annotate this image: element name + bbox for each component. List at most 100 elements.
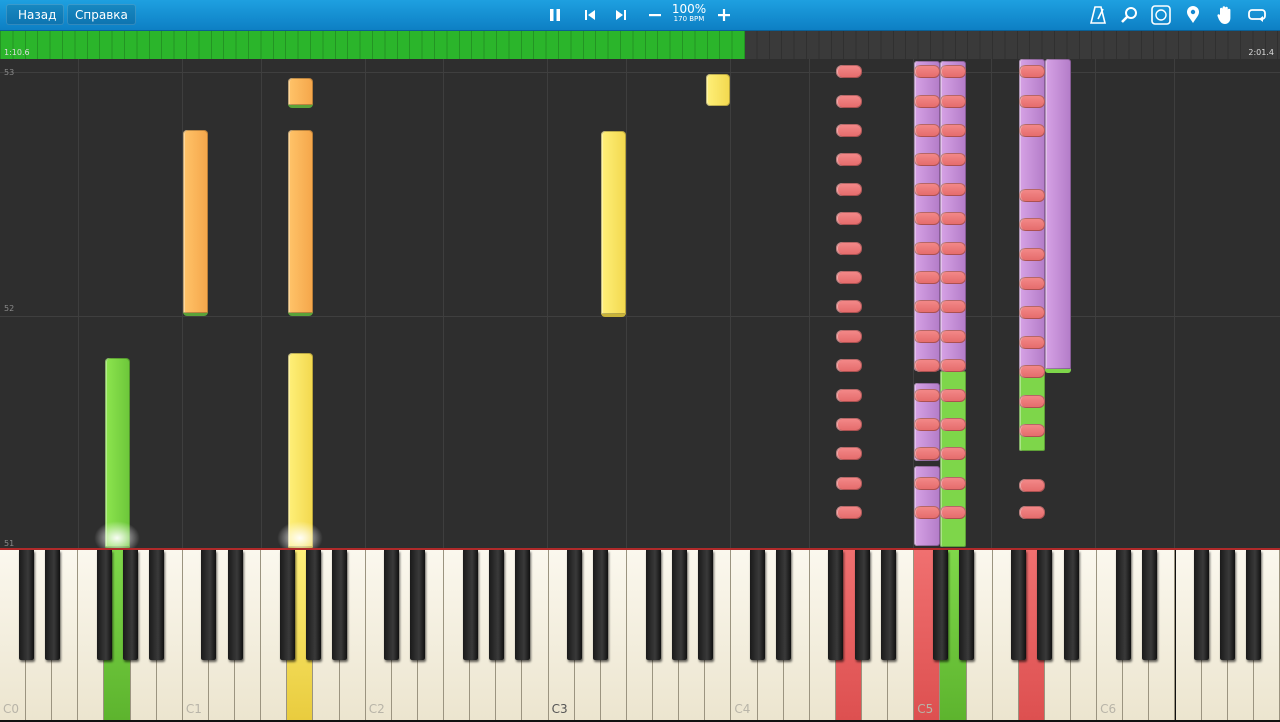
black-key[interactable] xyxy=(1194,550,1210,660)
falling-note xyxy=(914,330,940,343)
roll-guide xyxy=(1174,59,1175,548)
loop-button[interactable] xyxy=(1246,4,1268,26)
black-key[interactable] xyxy=(227,550,243,660)
black-key[interactable] xyxy=(567,550,583,660)
black-key[interactable] xyxy=(959,550,975,660)
black-key[interactable] xyxy=(750,550,766,660)
key-hit-glow xyxy=(94,521,140,548)
black-key[interactable] xyxy=(1220,550,1236,660)
falling-note xyxy=(914,447,940,460)
help-button[interactable]: Справка xyxy=(67,4,136,25)
black-key[interactable] xyxy=(1063,550,1079,660)
falling-note xyxy=(914,389,940,402)
falling-note xyxy=(914,153,940,166)
falling-note xyxy=(1019,365,1045,378)
black-key[interactable] xyxy=(671,550,687,660)
falling-note xyxy=(914,477,940,490)
black-key[interactable] xyxy=(1011,550,1027,660)
falling-note xyxy=(940,477,966,490)
falling-note xyxy=(914,418,940,431)
black-key[interactable] xyxy=(305,550,321,660)
measure-line xyxy=(0,316,1280,317)
falling-note xyxy=(1019,277,1045,290)
black-key[interactable] xyxy=(880,550,896,660)
skip-back-button[interactable] xyxy=(579,0,601,30)
octave-label: C1 xyxy=(185,702,202,716)
falling-note xyxy=(836,183,862,196)
falling-note xyxy=(940,300,966,313)
falling-note xyxy=(836,389,862,402)
falling-note xyxy=(914,124,940,137)
falling-note xyxy=(1045,59,1071,373)
key-labels-button[interactable] xyxy=(1150,4,1172,26)
black-key[interactable] xyxy=(854,550,870,660)
black-key[interactable] xyxy=(593,550,609,660)
falling-note xyxy=(836,447,862,460)
skip-forward-button[interactable] xyxy=(610,0,632,30)
black-key[interactable] xyxy=(1141,550,1157,660)
black-key[interactable] xyxy=(776,550,792,660)
black-key[interactable] xyxy=(645,550,661,660)
black-key[interactable] xyxy=(279,550,295,660)
black-key[interactable] xyxy=(149,550,165,660)
tempo-increase-button[interactable] xyxy=(713,0,735,30)
falling-note xyxy=(1019,479,1045,492)
falling-note xyxy=(1019,306,1045,319)
zoom-button[interactable] xyxy=(1118,4,1140,26)
falling-note xyxy=(940,124,966,137)
falling-note xyxy=(914,506,940,519)
black-key[interactable] xyxy=(410,550,426,660)
falling-note xyxy=(1019,336,1045,349)
black-key[interactable] xyxy=(488,550,504,660)
falling-note xyxy=(288,78,313,108)
black-key[interactable] xyxy=(1246,550,1262,660)
falling-note xyxy=(914,95,940,108)
location-button[interactable] xyxy=(1182,4,1204,26)
metronome-button[interactable] xyxy=(1087,4,1109,26)
falling-note xyxy=(836,330,862,343)
song-progress-bar[interactable]: 1:10.6 2:01.4 xyxy=(0,31,1280,59)
falling-note xyxy=(1019,248,1045,261)
key-label-icon xyxy=(1151,5,1171,25)
falling-note xyxy=(836,300,862,313)
falling-note xyxy=(836,212,862,225)
back-button[interactable]: Назад xyxy=(6,4,65,25)
falling-note xyxy=(706,74,730,106)
black-key[interactable] xyxy=(123,550,139,660)
black-key[interactable] xyxy=(44,550,60,660)
falling-note xyxy=(105,358,130,548)
falling-note xyxy=(836,95,862,108)
black-key[interactable] xyxy=(384,550,400,660)
falling-note xyxy=(940,418,966,431)
hand-icon xyxy=(1217,6,1231,24)
hand-button[interactable] xyxy=(1214,4,1236,26)
black-key[interactable] xyxy=(332,550,348,660)
black-key[interactable] xyxy=(514,550,530,660)
black-key[interactable] xyxy=(1115,550,1131,660)
falling-note xyxy=(914,212,940,225)
octave-label: C0 xyxy=(3,702,20,716)
measure-number: 51 xyxy=(4,539,15,548)
loop-icon xyxy=(1248,9,1266,22)
roll-guide xyxy=(443,59,444,548)
falling-note xyxy=(940,183,966,196)
black-key[interactable] xyxy=(201,550,217,660)
octave-label: C2 xyxy=(368,702,385,716)
black-key[interactable] xyxy=(462,550,478,660)
falling-note xyxy=(940,389,966,402)
tempo-decrease-button[interactable] xyxy=(644,0,666,30)
black-key[interactable] xyxy=(697,550,713,660)
tempo-percent: 100% xyxy=(671,2,707,16)
black-key[interactable] xyxy=(932,550,948,660)
falling-note xyxy=(914,359,940,372)
location-pin-icon xyxy=(1187,6,1199,23)
black-key[interactable] xyxy=(18,550,34,660)
black-key[interactable] xyxy=(96,550,112,660)
falling-note xyxy=(914,183,940,196)
pause-button[interactable] xyxy=(544,0,566,30)
black-key[interactable] xyxy=(1037,550,1053,660)
total-time: 2:01.4 xyxy=(1248,48,1274,57)
falling-note xyxy=(940,506,966,519)
falling-note xyxy=(940,65,966,78)
black-key[interactable] xyxy=(828,550,844,660)
